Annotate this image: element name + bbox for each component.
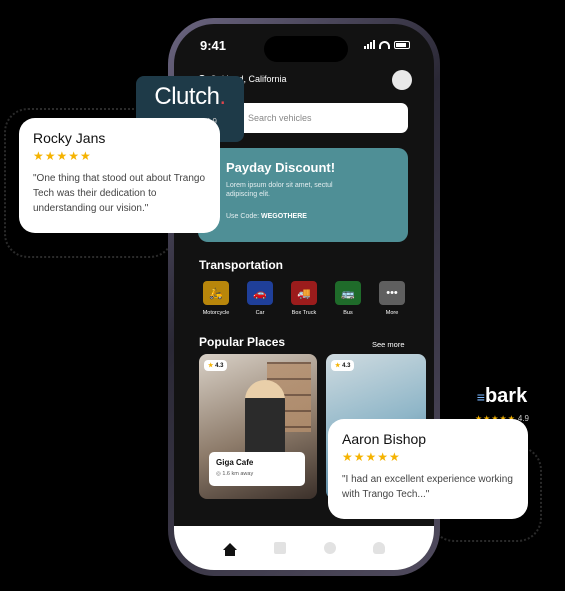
place-info: Giga Cafe ◎ 1.6 km away — [209, 452, 305, 486]
promo-code-label: Use Code: — [226, 213, 260, 220]
review-stars: ★★★★★ — [33, 149, 92, 163]
document-icon[interactable] — [274, 542, 287, 554]
promo-code: Use Code: WEGOTHERE — [226, 213, 408, 220]
category-label: Box Truck — [291, 310, 317, 316]
place-distance: ◎ 1.6 km away — [216, 471, 254, 477]
motorcycle-icon: 🛵 — [203, 281, 229, 305]
car-icon: 🚗 — [247, 281, 273, 305]
promo-title: Payday Discount! — [226, 160, 336, 175]
review-quote: "One thing that stood out about Trango T… — [33, 173, 206, 214]
clutch-logo: Clutch. — [154, 83, 226, 110]
category-box-truck[interactable]: 🚚 Box Truck — [290, 281, 318, 316]
profile-avatar[interactable] — [392, 70, 412, 90]
place-card[interactable]: ★ 4.3 Giga Cafe ◎ 1.6 km away — [199, 354, 317, 499]
review-card-aaron: Aaron Bishop ★★★★★ "I had an excellent e… — [328, 419, 528, 519]
category-label: Car — [255, 310, 265, 316]
truck-icon: 🚚 — [291, 281, 317, 305]
review-card-rocky: Rocky Jans ★★★★★ "One thing that stood o… — [19, 118, 220, 233]
bottom-tab-bar — [174, 526, 434, 570]
home-icon[interactable] — [222, 542, 237, 556]
status-bar: 9:41 — [174, 24, 434, 64]
promo-code-value: WEGOTHERE — [261, 213, 307, 220]
see-more-link[interactable]: See more — [372, 340, 405, 349]
review-stars: ★★★★★ — [342, 450, 401, 464]
dynamic-island — [264, 36, 348, 62]
star-icon: ★ — [208, 363, 214, 369]
status-icons — [364, 40, 410, 49]
promo-text: Lorem ipsum dolor sit amet, sectul adipi… — [226, 182, 333, 198]
signal-icon — [364, 40, 375, 49]
more-icon: ••• — [379, 281, 405, 305]
reviewer-name: Aaron Bishop — [342, 431, 427, 447]
category-label: Motorcycle — [202, 310, 230, 316]
battery-icon — [394, 40, 410, 49]
category-more[interactable]: ••• More — [378, 281, 406, 316]
popular-places-heading: Popular Places — [199, 335, 286, 349]
bus-icon: 🚌 — [335, 281, 361, 305]
star-icon: ★ — [335, 363, 341, 369]
transportation-heading: Transportation — [199, 258, 284, 272]
user-icon[interactable] — [373, 542, 386, 554]
rating-badge: ★ 4.3 — [331, 360, 355, 371]
chat-icon[interactable] — [323, 542, 336, 554]
place-name: Giga Cafe — [216, 458, 254, 467]
transportation-categories: 🛵 Motorcycle 🚗 Car 🚚 Box Truck 🚌 Bus •••… — [202, 281, 406, 316]
rating-badge: ★ 4.3 — [204, 360, 228, 371]
promo-banner[interactable]: Payday Discount! Lorem ipsum dolor sit a… — [198, 148, 408, 242]
category-motorcycle[interactable]: 🛵 Motorcycle — [202, 281, 230, 316]
bark-logo: ≡bark — [476, 385, 528, 407]
category-bus[interactable]: 🚌 Bus — [334, 281, 362, 316]
category-car[interactable]: 🚗 Car — [246, 281, 274, 316]
status-time: 9:41 — [200, 38, 227, 53]
category-label: More — [385, 310, 399, 316]
review-quote: "I had an excellent experience working w… — [342, 474, 513, 500]
reviewer-name: Rocky Jans — [33, 130, 106, 146]
category-label: Bus — [343, 310, 353, 316]
wifi-icon — [379, 40, 390, 49]
